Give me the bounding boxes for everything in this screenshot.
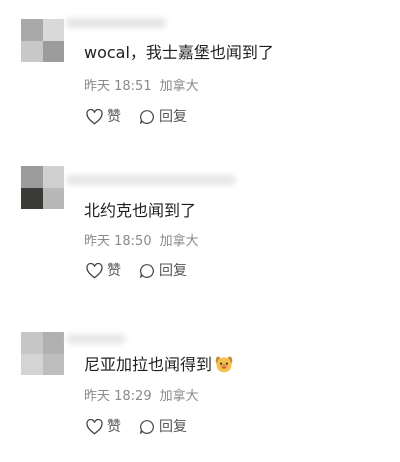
comment-time: 昨天 18:29 — [84, 389, 152, 404]
comment-item: wocal，我士嘉堡也闻到了 昨天 18:51 加拿大 赞 回复 — [0, 0, 400, 150]
heart-icon — [86, 109, 103, 125]
avatar-pixel — [21, 353, 43, 375]
avatar-pixel — [21, 166, 43, 188]
heart-icon — [86, 263, 103, 279]
heart-icon — [86, 419, 103, 435]
avatar-pixel — [42, 19, 64, 41]
avatar-pixel — [42, 166, 64, 188]
like-label: 赞 — [107, 263, 121, 279]
reply-label: 回复 — [159, 419, 187, 435]
chat-bubble-icon — [140, 110, 154, 124]
avatar[interactable] — [21, 166, 64, 209]
comment-text: 北约克也闻到了 — [84, 201, 197, 220]
like-button[interactable]: 赞 — [86, 262, 121, 280]
reply-button[interactable]: 回复 — [139, 262, 187, 280]
avatar-pixel — [21, 19, 43, 41]
like-button[interactable]: 赞 — [86, 108, 121, 126]
avatar-pixel — [42, 40, 64, 62]
avatar[interactable] — [21, 332, 64, 375]
comment-meta: 昨天 18:29 加拿大 — [84, 389, 207, 405]
like-button[interactable]: 赞 — [86, 418, 121, 436]
username-blurred[interactable] — [66, 334, 126, 344]
comment-location: 加拿大 — [159, 389, 199, 404]
comment-item: 北约克也闻到了 昨天 18:50 加拿大 赞 回复 — [0, 155, 400, 305]
username-blurred[interactable] — [66, 18, 166, 28]
comment-location: 加拿大 — [159, 79, 199, 94]
comment-location: 加拿大 — [159, 234, 199, 249]
like-label: 赞 — [107, 109, 121, 125]
avatar[interactable] — [21, 19, 64, 62]
like-label: 赞 — [107, 419, 121, 435]
comment-meta: 昨天 18:50 加拿大 — [84, 234, 207, 250]
smiling-dog-emoji-icon — [215, 356, 233, 373]
reply-label: 回复 — [159, 109, 187, 125]
comment-text: wocal，我士嘉堡也闻到了 — [84, 43, 274, 62]
comment-text-content: 尼亚加拉也闻得到 — [84, 355, 213, 374]
comment-time: 昨天 18:50 — [84, 234, 152, 249]
avatar-pixel — [42, 332, 64, 354]
chat-bubble-icon — [140, 420, 154, 434]
comment-item: 尼亚加拉也闻得到 昨天 18:29 加拿大 赞 回复 — [0, 310, 400, 460]
reply-label: 回复 — [159, 263, 187, 279]
reply-button[interactable]: 回复 — [139, 418, 187, 436]
avatar-pixel — [42, 187, 64, 209]
comment-meta: 昨天 18:51 加拿大 — [84, 79, 207, 95]
reply-button[interactable]: 回复 — [139, 108, 187, 126]
comment-actions: 赞 回复 — [86, 418, 187, 436]
avatar-pixel — [21, 40, 43, 62]
avatar-pixel — [42, 353, 64, 375]
username-blurred[interactable] — [66, 175, 236, 185]
comment-time: 昨天 18:51 — [84, 79, 152, 94]
comment-actions: 赞 回复 — [86, 108, 187, 126]
comment-text: 尼亚加拉也闻得到 — [84, 354, 234, 375]
avatar-pixel — [21, 187, 43, 209]
avatar-pixel — [21, 332, 43, 354]
chat-bubble-icon — [140, 264, 154, 278]
comment-actions: 赞 回复 — [86, 262, 187, 280]
